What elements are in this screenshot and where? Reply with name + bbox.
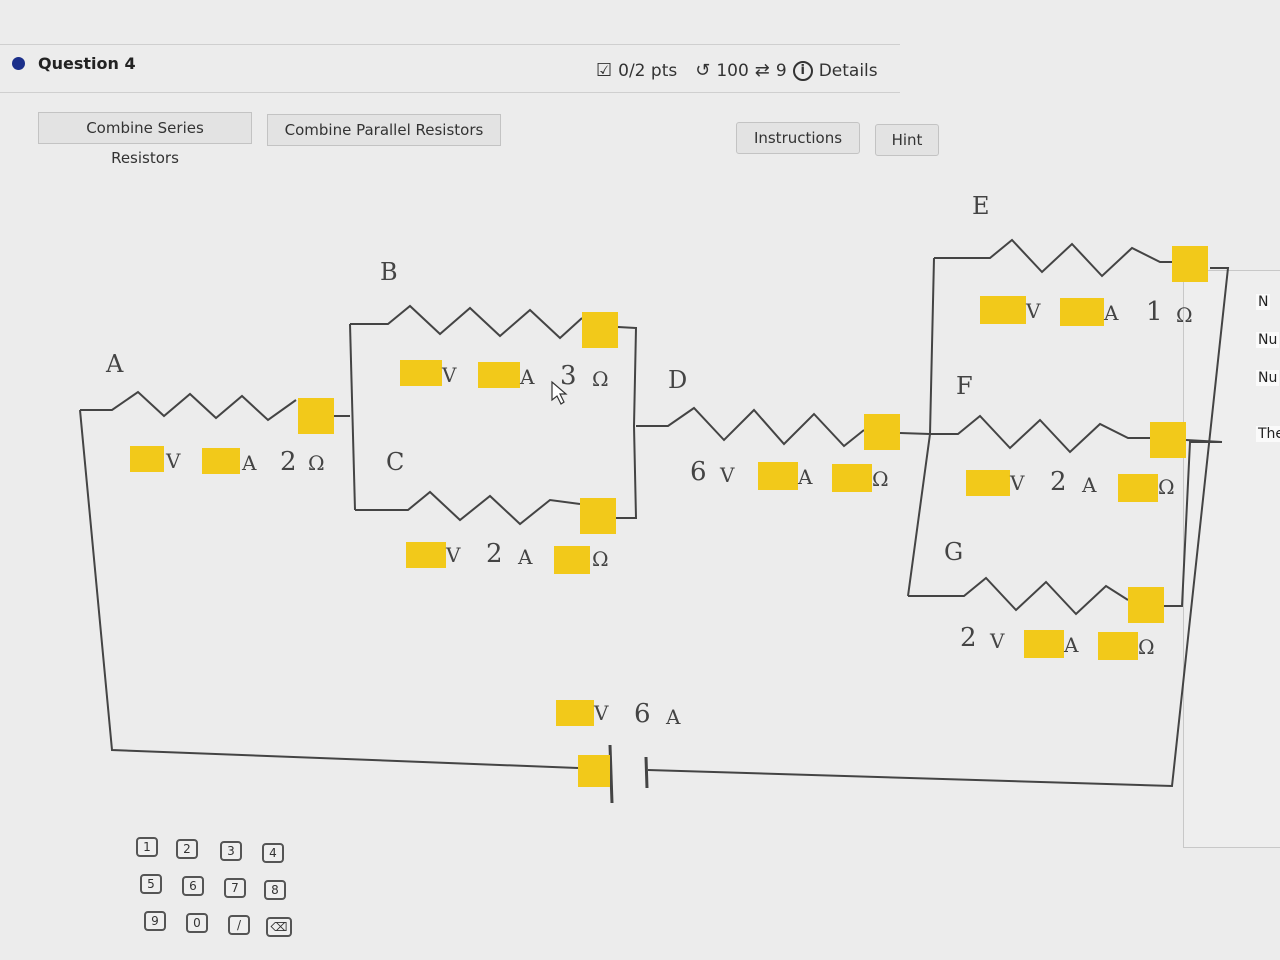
wire-b-right xyxy=(616,326,638,519)
d-ohm-unit: Ω xyxy=(872,467,889,491)
battery-volts-box[interactable] xyxy=(556,700,594,726)
d-volt-unit: V xyxy=(719,463,735,487)
label-d: D xyxy=(668,366,687,394)
e-volts-input[interactable] xyxy=(980,296,1026,324)
key-0[interactable]: 0 xyxy=(186,913,208,933)
resistor-a xyxy=(80,390,297,422)
key-3[interactable]: 3 xyxy=(220,841,242,861)
b-amps-input[interactable] xyxy=(478,362,520,388)
a-ohm-unit: Ω xyxy=(308,451,325,475)
g-amps-input[interactable] xyxy=(1024,630,1064,658)
resistor-g xyxy=(908,576,1129,616)
b-volts-input[interactable] xyxy=(400,360,442,386)
resistor-g-ohms-box[interactable] xyxy=(1128,587,1164,623)
a-amp-unit: A xyxy=(241,451,257,475)
resistor-f xyxy=(930,414,1150,454)
c-volts-input[interactable] xyxy=(406,542,446,568)
key-6[interactable]: 6 xyxy=(182,876,204,896)
battery-long-plate xyxy=(608,744,614,804)
key-1[interactable]: 1 xyxy=(136,837,158,857)
e-amps-input[interactable] xyxy=(1060,298,1104,326)
resistor-e-ohms-box[interactable] xyxy=(1172,246,1208,282)
wire-outer-right xyxy=(647,267,1230,788)
c-volt-unit: V xyxy=(445,543,461,567)
wire-g-right xyxy=(1164,441,1222,607)
g-ohm-unit: Ω xyxy=(1138,635,1155,659)
battery-amp-unit: A xyxy=(665,705,681,729)
e-ohm-unit: Ω xyxy=(1176,303,1193,327)
e-volt-unit: V xyxy=(1025,299,1041,323)
label-a: A xyxy=(105,350,124,378)
a-amps-input[interactable] xyxy=(202,448,240,474)
d-volts-value: 6 xyxy=(690,457,707,487)
label-f: F xyxy=(956,372,973,400)
battery-volt-unit: V xyxy=(593,701,609,725)
key-2[interactable]: 2 xyxy=(176,839,198,859)
label-c: C xyxy=(386,448,404,476)
circuit-diagram: A B C D E F G V A 2 Ω V A 3 Ω V 2 A Ω 6 … xyxy=(79,192,1230,804)
resistor-d-ohms-box[interactable] xyxy=(864,414,900,450)
label-e: E xyxy=(972,192,990,220)
resistor-f-ohms-box[interactable] xyxy=(1150,422,1186,458)
f-volts-input[interactable] xyxy=(966,470,1010,496)
f-ohms-input[interactable] xyxy=(1118,474,1158,502)
d-amps-input[interactable] xyxy=(758,462,798,490)
wire-efg-left xyxy=(907,257,935,597)
resistor-d xyxy=(636,406,865,448)
key-4[interactable]: 4 xyxy=(262,843,284,863)
label-g: G xyxy=(944,538,963,566)
c-ohms-input[interactable] xyxy=(554,546,590,574)
key-9[interactable]: 9 xyxy=(144,911,166,931)
b-ohms-value: 3 xyxy=(560,361,577,391)
b-volt-unit: V xyxy=(441,363,457,387)
f-amp-unit: A xyxy=(1081,473,1097,497)
wire-bc-left xyxy=(349,323,356,511)
resistor-b-ohms-box[interactable] xyxy=(582,312,618,348)
key-7[interactable]: 7 xyxy=(224,878,246,898)
c-amps-value: 2 xyxy=(486,539,503,569)
label-b: B xyxy=(380,258,398,286)
g-volts-value: 2 xyxy=(960,623,977,653)
a-volts-input[interactable] xyxy=(130,446,164,472)
c-amp-unit: A xyxy=(517,545,533,569)
battery-amps-value: 6 xyxy=(634,699,651,729)
b-ohm-unit: Ω xyxy=(592,367,609,391)
a-ohms-value: 2 xyxy=(280,447,297,477)
b-amp-unit: A xyxy=(519,365,535,389)
battery-volts-input[interactable] xyxy=(578,755,610,787)
resistor-b xyxy=(350,304,583,340)
e-ohms-value: 1 xyxy=(1146,297,1163,327)
battery-short-plate xyxy=(644,756,649,789)
key-5[interactable]: 5 xyxy=(140,874,162,894)
e-amp-unit: A xyxy=(1103,301,1119,325)
resistor-c xyxy=(355,490,581,526)
d-amp-unit: A xyxy=(797,465,813,489)
resistor-a-ohms-box[interactable] xyxy=(298,398,334,434)
key-slash[interactable]: / xyxy=(228,915,250,935)
g-volt-unit: V xyxy=(989,629,1005,653)
key-8[interactable]: 8 xyxy=(264,880,286,900)
d-ohms-input[interactable] xyxy=(832,464,872,492)
wire-d-to-efg xyxy=(899,432,931,435)
g-amp-unit: A xyxy=(1063,633,1079,657)
c-ohm-unit: Ω xyxy=(592,547,609,571)
f-amps-value: 2 xyxy=(1050,467,1067,497)
f-ohm-unit: Ω xyxy=(1158,475,1175,499)
resistor-c-ohms-box[interactable] xyxy=(580,498,616,534)
f-volt-unit: V xyxy=(1009,471,1025,495)
resistor-e xyxy=(934,238,1172,278)
backspace-icon[interactable]: ⌫ xyxy=(266,917,292,937)
a-volt-unit: V xyxy=(165,449,181,473)
g-ohms-input[interactable] xyxy=(1098,632,1138,660)
